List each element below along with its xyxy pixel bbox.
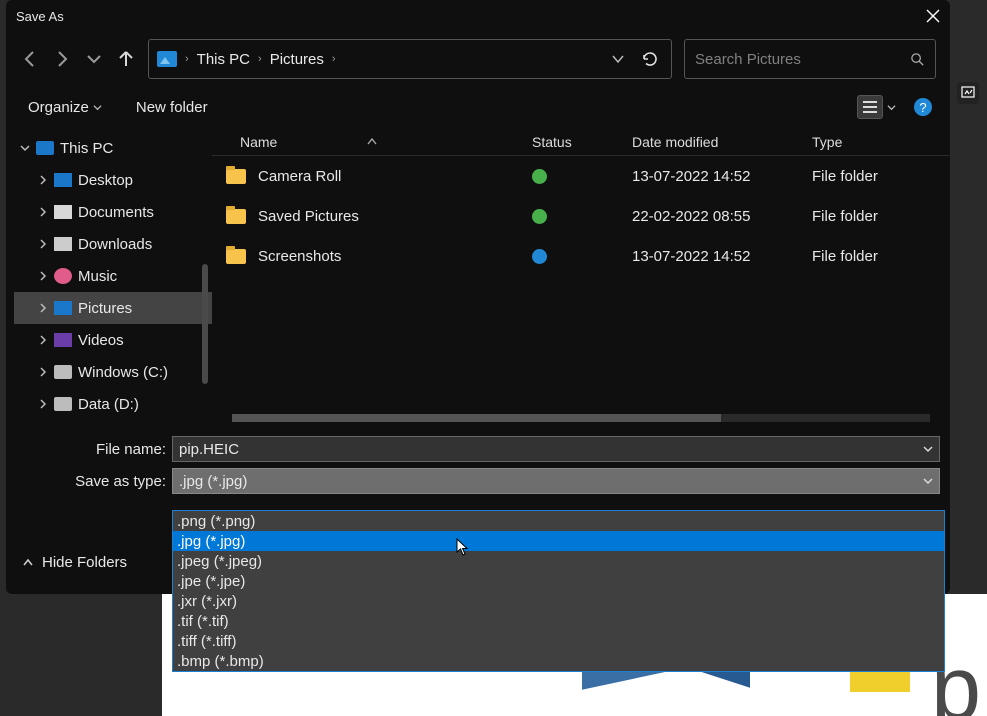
tree-downloads[interactable]: Downloads bbox=[14, 228, 212, 260]
back-icon[interactable] bbox=[20, 49, 40, 69]
pc-icon bbox=[157, 51, 177, 67]
chevron-right-icon bbox=[38, 367, 48, 377]
pictures-icon bbox=[54, 301, 72, 315]
savetype-option[interactable]: .jpeg (*.jpeg) bbox=[173, 551, 944, 571]
drive-icon bbox=[54, 365, 72, 379]
mouse-cursor bbox=[456, 538, 470, 556]
chevron-right-icon bbox=[38, 239, 48, 249]
savetype-option[interactable]: .jxr (*.jxr) bbox=[173, 591, 944, 611]
list-item[interactable]: Screenshots 13-07-2022 14:52 File folder bbox=[212, 236, 950, 276]
chevron-right-icon bbox=[38, 271, 48, 281]
search-input[interactable]: Search Pictures bbox=[684, 39, 936, 79]
sort-asc-icon bbox=[367, 138, 377, 146]
document-icon bbox=[54, 205, 72, 219]
breadcrumb[interactable]: › This PC › Pictures › bbox=[148, 39, 672, 79]
caret-down-icon[interactable] bbox=[923, 444, 933, 454]
savetype-option[interactable]: .tiff (*.tiff) bbox=[173, 631, 944, 651]
help-button[interactable]: ? bbox=[914, 98, 932, 116]
column-name[interactable]: Name bbox=[212, 134, 532, 150]
toolbar: Organize New folder ? bbox=[6, 86, 950, 128]
caret-down-icon bbox=[93, 103, 102, 112]
file-listing: Name Status Date modified Type Camera Ro… bbox=[212, 128, 950, 424]
tree-drive-d[interactable]: Data (D:) bbox=[14, 388, 212, 420]
download-icon bbox=[54, 237, 72, 251]
filename-input[interactable]: pip.HEIC bbox=[172, 436, 940, 462]
bottom-form: File name: pip.HEIC Save as type: .jpg (… bbox=[6, 424, 950, 496]
organize-button[interactable]: Organize bbox=[28, 99, 102, 116]
status-synced-icon bbox=[532, 169, 547, 184]
close-icon[interactable] bbox=[926, 9, 940, 23]
savetype-dropdown: .png (*.png).jpg (*.jpg).jpeg (*.jpeg).j… bbox=[172, 510, 945, 672]
tree-videos[interactable]: Videos bbox=[14, 324, 212, 356]
view-mode-button[interactable] bbox=[857, 95, 883, 119]
forward-icon[interactable] bbox=[52, 49, 72, 69]
tree-pictures[interactable]: Pictures bbox=[14, 292, 212, 324]
extension-icon[interactable] bbox=[957, 82, 979, 104]
list-item[interactable]: Camera Roll 13-07-2022 14:52 File folder bbox=[212, 156, 950, 196]
drive-icon bbox=[54, 397, 72, 411]
folder-icon bbox=[226, 209, 246, 224]
search-icon bbox=[910, 52, 925, 67]
chevron-right-icon: › bbox=[332, 53, 336, 65]
tree-music[interactable]: Music bbox=[14, 260, 212, 292]
tree-documents[interactable]: Documents bbox=[14, 196, 212, 228]
music-icon bbox=[54, 268, 72, 284]
savetype-combobox[interactable]: .jpg (*.jpg) bbox=[172, 468, 940, 494]
status-cloud-icon bbox=[532, 249, 547, 264]
folder-icon bbox=[226, 169, 246, 184]
nav-row: › This PC › Pictures › Search Pictures bbox=[6, 32, 950, 86]
horizontal-scrollbar[interactable] bbox=[232, 414, 930, 422]
breadcrumb-dropdown-icon[interactable] bbox=[611, 52, 625, 66]
savetype-option[interactable]: .png (*.png) bbox=[173, 511, 944, 531]
breadcrumb-pictures[interactable]: Pictures bbox=[270, 51, 324, 68]
chevron-right-icon bbox=[38, 207, 48, 217]
chevron-right-icon bbox=[38, 175, 48, 185]
up-icon[interactable] bbox=[116, 49, 136, 69]
column-headers: Name Status Date modified Type bbox=[212, 128, 950, 156]
chevron-right-icon bbox=[38, 303, 48, 313]
nav-tree: This PC Desktop Documents Downloads Musi bbox=[6, 128, 212, 424]
folder-icon bbox=[226, 249, 246, 264]
main-area: This PC Desktop Documents Downloads Musi bbox=[6, 128, 950, 424]
desktop-icon bbox=[54, 173, 72, 187]
search-placeholder: Search Pictures bbox=[695, 51, 801, 68]
column-date[interactable]: Date modified bbox=[632, 134, 812, 150]
caret-down-icon[interactable] bbox=[887, 103, 896, 112]
dialog-title: Save As bbox=[16, 9, 64, 24]
tree-this-pc[interactable]: This PC bbox=[14, 132, 212, 164]
refresh-icon[interactable] bbox=[641, 50, 659, 68]
chevron-up-icon bbox=[22, 557, 34, 569]
column-status[interactable]: Status bbox=[532, 134, 632, 150]
hide-folders-button[interactable]: Hide Folders bbox=[22, 554, 127, 571]
monitor-icon bbox=[36, 141, 54, 155]
breadcrumb-this-pc[interactable]: This PC bbox=[197, 51, 250, 68]
chevron-right-icon bbox=[38, 335, 48, 345]
savetype-label: Save as type: bbox=[16, 473, 172, 490]
save-as-dialog: Save As › This PC › Pictures › Search Pi… bbox=[6, 0, 950, 594]
status-synced-icon bbox=[532, 209, 547, 224]
videos-icon bbox=[54, 333, 72, 347]
tree-drive-c[interactable]: Windows (C:) bbox=[14, 356, 212, 388]
savetype-option[interactable]: .bmp (*.bmp) bbox=[173, 651, 944, 671]
list-item[interactable]: Saved Pictures 22-02-2022 08:55 File fol… bbox=[212, 196, 950, 236]
filename-label: File name: bbox=[16, 441, 172, 458]
chevron-down-icon bbox=[20, 143, 30, 153]
savetype-option[interactable]: .jpg (*.jpg) bbox=[173, 531, 944, 551]
chevron-right-icon bbox=[38, 399, 48, 409]
titlebar: Save As bbox=[6, 0, 950, 32]
tree-scrollbar[interactable] bbox=[202, 264, 208, 384]
column-type[interactable]: Type bbox=[812, 134, 950, 150]
savetype-option[interactable]: .jpe (*.jpe) bbox=[173, 571, 944, 591]
new-folder-button[interactable]: New folder bbox=[136, 99, 208, 116]
chevron-right-icon: › bbox=[258, 53, 262, 65]
tree-desktop[interactable]: Desktop bbox=[14, 164, 212, 196]
savetype-option[interactable]: .tif (*.tif) bbox=[173, 611, 944, 631]
caret-down-icon bbox=[923, 476, 933, 486]
chevron-right-icon: › bbox=[185, 53, 189, 65]
recent-dropdown-icon[interactable] bbox=[84, 49, 104, 69]
